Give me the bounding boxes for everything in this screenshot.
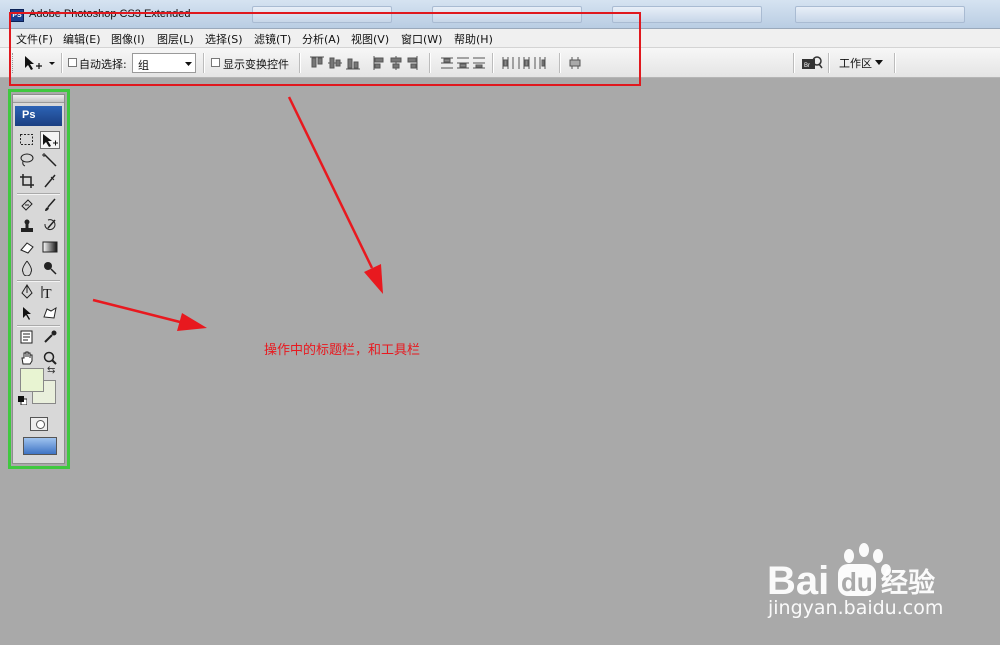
arrow-to-toolbox	[92, 298, 207, 331]
svg-text:Bai: Bai	[767, 559, 829, 600]
svg-text:du: du	[841, 567, 873, 597]
watermark-url: jingyan.baidu.com	[768, 597, 944, 619]
svg-text:经验: 经验	[881, 567, 935, 599]
annotation-caption: 操作中的标题栏，和工具栏	[264, 343, 421, 358]
baidu-jingyan-watermark-logo: Bai du 经验	[767, 543, 935, 600]
arrow-to-titlebar	[287, 96, 383, 294]
